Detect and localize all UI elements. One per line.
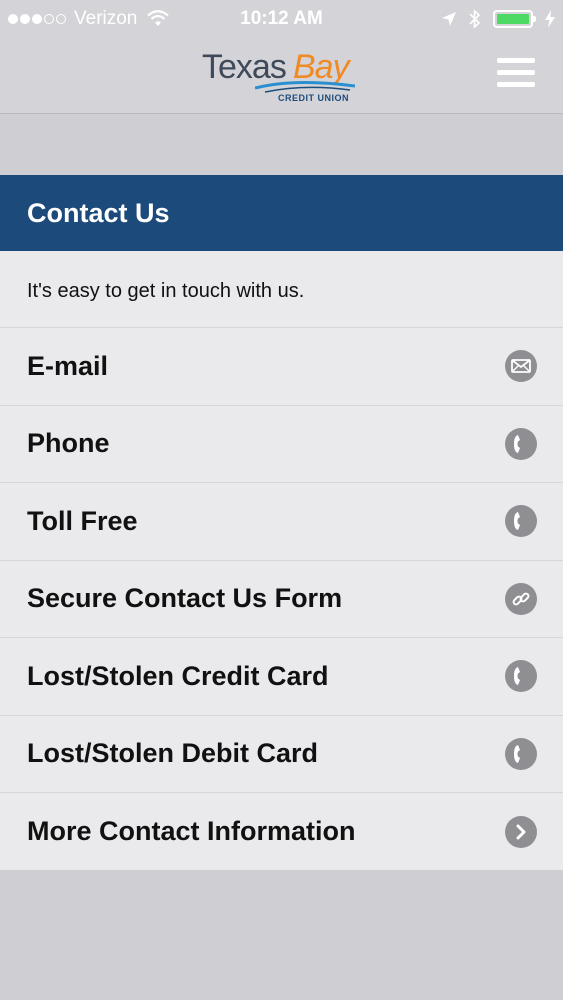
chevron-right-icon (505, 815, 537, 848)
charging-bolt-icon (545, 10, 555, 28)
intro-text: It's easy to get in touch with us. (0, 251, 563, 328)
link-icon (505, 582, 537, 615)
status-bar: Verizon 10:12 AM (0, 0, 563, 38)
phone-icon (505, 737, 537, 770)
battery-icon (493, 10, 536, 28)
page-title-bar: Contact Us (0, 175, 563, 251)
contact-item-more-info[interactable]: More Contact Information (0, 793, 563, 871)
location-arrow-icon (442, 12, 456, 26)
contact-item-label: Lost/Stolen Credit Card (27, 660, 329, 691)
wifi-icon (147, 10, 170, 26)
logo-subtitle: CREDIT UNION (278, 93, 349, 103)
carrier-name: Verizon (74, 8, 138, 29)
contact-item-phone[interactable]: Phone (0, 406, 563, 483)
contact-item-email[interactable]: E-mail (0, 328, 563, 406)
contact-item-secure-form[interactable]: Secure Contact Us Form (0, 561, 563, 638)
contact-item-label: Phone (27, 428, 110, 459)
app-header: Texas Bay CREDIT UNION (0, 38, 563, 114)
contact-list: It's easy to get in touch with us. E-mai… (0, 251, 563, 871)
contact-item-lost-debit-card[interactable]: Lost/Stolen Debit Card (0, 716, 563, 793)
contact-item-label: Toll Free (27, 505, 138, 536)
contact-item-label: More Contact Information (27, 816, 356, 847)
texas-bay-logo[interactable]: Texas Bay CREDIT UNION (200, 46, 365, 106)
phone-icon (505, 505, 537, 538)
envelope-icon (505, 350, 537, 383)
battery-level (497, 14, 529, 24)
phone-icon (505, 660, 537, 693)
header-spacer (0, 114, 563, 175)
phone-icon (505, 427, 537, 460)
contact-item-label: Lost/Stolen Debit Card (27, 738, 319, 769)
bluetooth-icon (469, 9, 481, 29)
signal-strength-icon (8, 14, 66, 24)
contact-item-label: Secure Contact Us Form (27, 583, 343, 614)
page-title: Contact Us (27, 197, 170, 228)
contact-item-lost-credit-card[interactable]: Lost/Stolen Credit Card (0, 638, 563, 716)
page-background (0, 870, 563, 1000)
hamburger-icon (497, 58, 535, 63)
logo-swoosh-icon (255, 80, 355, 93)
contact-item-label: E-mail (27, 350, 109, 381)
hamburger-menu-button[interactable] (497, 58, 535, 88)
contact-item-toll-free[interactable]: Toll Free (0, 483, 563, 561)
